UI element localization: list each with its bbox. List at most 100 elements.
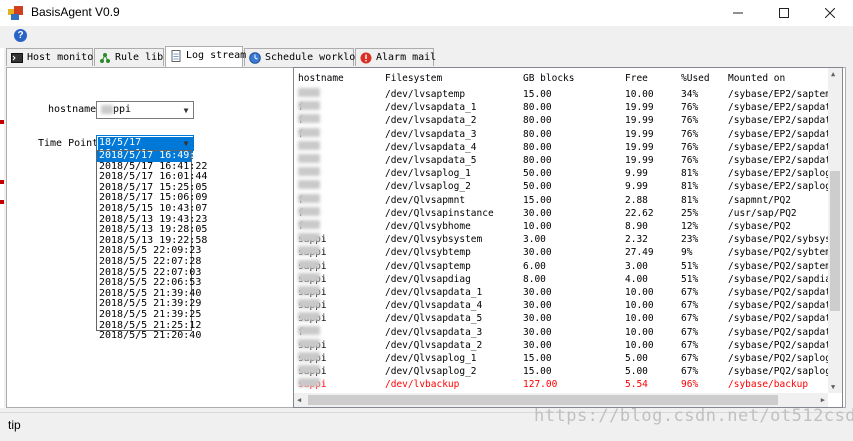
redacted-text — [298, 220, 320, 229]
cell-free: 19.99 — [625, 128, 654, 140]
minimize-button[interactable] — [715, 0, 761, 26]
table-row-alarm[interactable]: sappi/dev/lvbackup 127.00 5.54 96% /sybase/b… — [294, 378, 828, 391]
table-row[interactable]: /dev/lvsapdata_5 80.00 19.99 76% /sybase/EP2… — [294, 154, 842, 167]
cell-hostname: f — [298, 325, 320, 339]
table-row[interactable]: sappi/dev/Qlvsapdata_1 30.00 10.00 67% /syba… — [294, 286, 842, 299]
scroll-left-icon[interactable]: ◀ — [297, 396, 301, 404]
scroll-down-icon[interactable]: ▼ — [831, 383, 835, 391]
column-header-used[interactable]: %Used — [681, 73, 710, 84]
cell-gb-blocks: 30.00 — [523, 247, 552, 259]
cell-mounted-on: /sybase/PQ2/sapdiag — [728, 273, 837, 285]
table-row[interactable]: f/dev/Qlvsapinstance 30.00 22.62 25% /usr/sa… — [294, 206, 828, 220]
cell-gb-blocks: 30.00 — [523, 313, 552, 325]
cell-free: 8.90 — [625, 221, 648, 232]
column-header-hostname[interactable]: hostname — [298, 73, 344, 84]
cell-used: 67% — [681, 300, 699, 312]
cell-free: 19.99 — [625, 115, 654, 127]
tab-log-stream[interactable]: Log stream — [165, 46, 247, 67]
document-icon — [171, 50, 181, 62]
table-header: hostname Filesystem GB blocks Free %Used… — [294, 68, 828, 88]
cell-gb-blocks: 30.00 — [523, 207, 552, 219]
table-row[interactable]: f/dev/lvsapdata_2 80.00 19.99 76% /sybase/EP… — [294, 114, 842, 127]
disk-usage-table[interactable]: hostname Filesystem GB blocks Free %Used… — [293, 67, 843, 408]
table-row[interactable]: sappi/dev/Qlvsybsystem 3.00 2.32 23% /sybase… — [294, 233, 842, 246]
table-row[interactable]: sappi/dev/Qlvsaplog_2 15.00 5.00 67% /sybase… — [294, 365, 842, 378]
table-row[interactable]: sappi/dev/Qlvsapdata_5 30.00 10.00 67% /syba… — [294, 312, 842, 325]
cell-mounted-on: /sybase/EP2/saplog_2 — [728, 181, 843, 193]
horizontal-scrollbar[interactable]: ◀ ▶ — [294, 393, 828, 407]
redacted-text — [298, 154, 320, 163]
table-row[interactable]: sappi/dev/Qlvsybtemp 30.00 27.49 9% /sybase/… — [294, 246, 837, 259]
table-row[interactable]: f/dev/Qlvsybhome 10.00 8.90 12% /sybase/PQ2 — [294, 220, 828, 233]
timepoint-option[interactable]: 2018/5/5 21:39:25 — [97, 309, 201, 321]
cell-used: 23% — [681, 234, 699, 246]
cell-hostname: f — [298, 206, 320, 220]
close-button[interactable] — [807, 0, 853, 26]
table-row[interactable]: f/dev/Qlvsapmnt 15.00 2.88 81% /sapmnt/PQ2 — [294, 193, 828, 207]
cell-used: 67% — [681, 313, 699, 325]
table-row[interactable]: sappi/dev/Qlvsaplog_1 15.00 5.00 67% /sybase… — [294, 352, 842, 365]
table-row[interactable]: sappi/dev/Qlvsapdiag 8.00 4.00 51% /sybase/P… — [294, 272, 837, 286]
table-row[interactable]: /dev/lvsapdata_4 80.00 19.99 76% /sybase/EP2… — [294, 140, 842, 154]
timepoint-option[interactable]: 2018/5/15 10:43:07 — [97, 203, 207, 215]
cell-filesystem: /dev/lvsapdata_5 — [385, 155, 477, 166]
table-row[interactable]: /dev/lvsaptemp 15.00 10.00 34% /sybase/EP2/s… — [294, 88, 837, 101]
timepoint-option[interactable]: 2018/5/17 16:49:11 — [97, 150, 207, 162]
table-row[interactable]: f/dev/Qlvsapdata_3 30.00 10.00 67% /sybase/P… — [294, 325, 842, 339]
chevron-down-icon[interactable]: ▼ — [179, 102, 193, 118]
terminal-icon — [11, 53, 23, 63]
cell-hostname: sappi — [298, 272, 327, 286]
tab-schedule-worklog[interactable]: Schedule worklog — [244, 48, 361, 66]
column-header-free[interactable]: Free — [625, 73, 648, 84]
table-row[interactable]: f/dev/lvsapdata_3 80.00 19.99 76% /sybase/EP… — [294, 127, 842, 141]
table-row[interactable]: /dev/lvsaplog_2 50.00 9.99 81% /sybase/EP2/s… — [294, 180, 842, 193]
help-icon[interactable]: ? — [14, 29, 27, 42]
timepoint-combo[interactable]: 18/5/17 16:49:11 ▼ — [96, 135, 194, 159]
cell-free: 2.32 — [625, 234, 648, 246]
cell-mounted-on: /sybase/PQ2/saplog_2 — [728, 366, 843, 378]
timepoint-option[interactable]: 2018/5/5 21:20:40 — [97, 330, 201, 342]
column-header-gb-blocks[interactable]: GB blocks — [523, 73, 574, 84]
cell-hostname: sappi — [298, 338, 327, 352]
horizontal-scroll-thumb[interactable] — [308, 395, 778, 405]
vertical-scroll-thumb[interactable] — [830, 171, 840, 311]
cell-gb-blocks: 3.00 — [523, 234, 546, 246]
column-header-mounted-on[interactable]: Mounted on — [728, 73, 785, 84]
timepoint-dropdown-list[interactable]: 2018/5/17 16:49:11 2018/5/17 16:41:22 2018… — [96, 150, 207, 341]
cell-used: 81% — [681, 181, 699, 193]
column-header-filesystem[interactable]: Filesystem — [385, 73, 442, 84]
tab-host-monitor[interactable]: Host monitor — [6, 48, 99, 66]
redacted-text — [298, 246, 320, 256]
cell-filesystem: /dev/lvsaptemp — [385, 89, 466, 100]
cell-mounted-on: /sybase/backup — [728, 379, 809, 391]
cell-used: 76% — [681, 102, 699, 114]
tab-label: Rule lib — [115, 52, 164, 63]
chevron-down-icon[interactable]: ▼ — [179, 136, 193, 150]
table-row[interactable]: sappi/dev/Qlvsaptemp 6.00 3.00 51% /sybase/P… — [294, 259, 837, 273]
tab-alarm-mail[interactable]: Alarm mail — [355, 48, 436, 66]
cell-used: 67% — [681, 353, 699, 364]
title-bar[interactable]: BasisAgent V0.9 — [0, 0, 853, 26]
table-row[interactable]: /dev/lvsaplog_1 50.00 9.99 81% /sybase/EP2/s… — [294, 167, 842, 180]
redacted-text — [298, 378, 320, 388]
cell-gb-blocks: 30.00 — [523, 339, 552, 351]
table-row[interactable]: f/dev/lvsapdata_1 80.00 19.99 76% /sybase/EP… — [294, 101, 842, 114]
table-row[interactable]: sappi/dev/Qlvsapdata_4 30.00 10.00 67% /syba… — [294, 299, 842, 312]
window-title: BasisAgent V0.9 — [31, 5, 120, 19]
table-row[interactable]: sappi/dev/Qlvsapdata_2 30.00 10.00 67% /syba… — [294, 338, 842, 352]
cell-mounted-on: /sybase/PQ2 — [728, 221, 791, 232]
cell-free: 3.00 — [625, 260, 648, 272]
tab-label: Schedule worklog — [265, 52, 362, 63]
scroll-right-icon[interactable]: ▶ — [821, 396, 825, 404]
hostname-combo[interactable]: ppi ▼ — [96, 101, 194, 119]
cell-filesystem: /dev/Qlvsybtemp — [385, 247, 471, 259]
timepoint-label: Time Point — [38, 138, 99, 149]
vertical-scrollbar[interactable]: ▲ ▼ — [828, 68, 842, 393]
tab-rule-lib[interactable]: Rule lib — [94, 48, 164, 66]
timepoint-option[interactable]: 2018/5/5 22:07:28 — [97, 256, 201, 268]
cell-mounted-on: /sybase/PQ2/sapdata_ — [728, 300, 843, 312]
scroll-up-icon[interactable]: ▲ — [831, 70, 835, 78]
tab-label: Log stream — [186, 50, 247, 61]
cell-filesystem: /dev/lvsapdata_4 — [385, 141, 477, 153]
maximize-button[interactable] — [761, 0, 807, 26]
